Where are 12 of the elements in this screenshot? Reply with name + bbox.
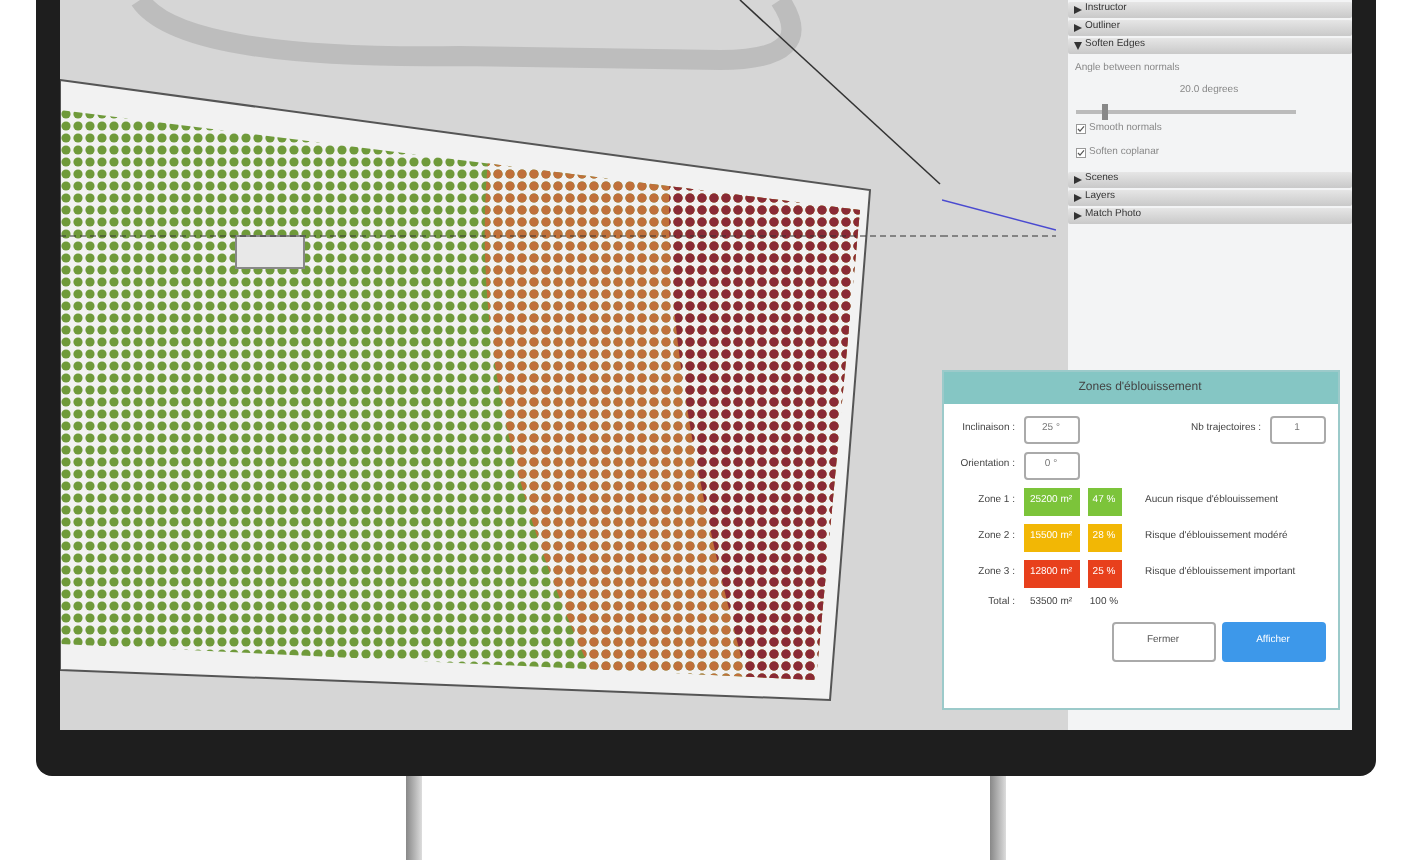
triangle-icon (1073, 176, 1081, 184)
monitor-stand-leg (989, 776, 1005, 860)
slider-thumb[interactable] (1101, 104, 1108, 120)
checkbox[interactable] (1075, 124, 1085, 135)
monitor-stand-leg (405, 776, 421, 860)
axis-line (941, 198, 1055, 238)
triangle-icon (1073, 212, 1081, 220)
triangle-icon (1073, 194, 1081, 202)
triangle-icon (1073, 6, 1081, 14)
triangle-icon (1073, 42, 1081, 50)
checkbox[interactable] (1075, 147, 1085, 158)
triangle-icon (1073, 24, 1081, 32)
